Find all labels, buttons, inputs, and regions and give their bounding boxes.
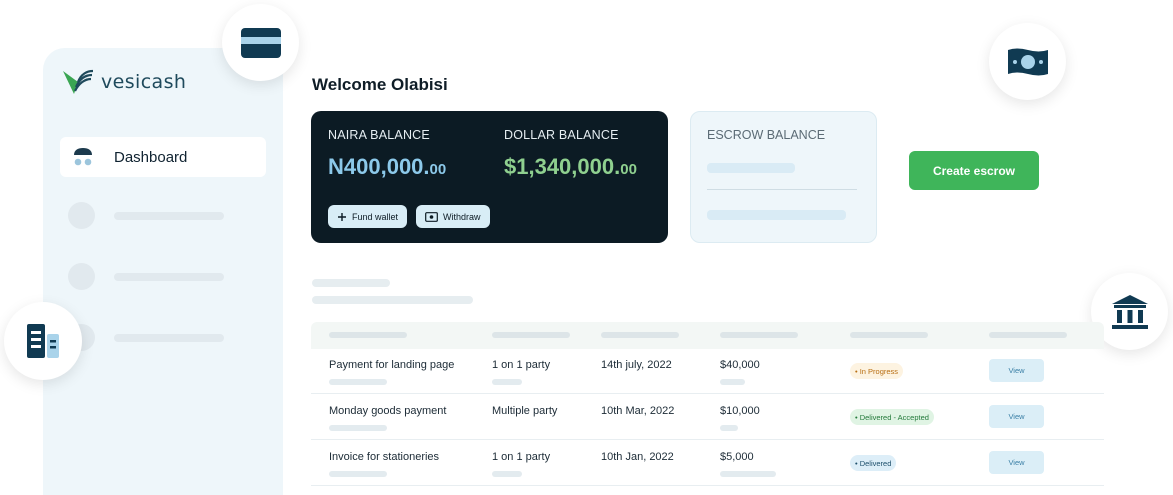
row-subtext-placeholder: [720, 471, 776, 477]
create-escrow-button[interactable]: Create escrow: [909, 151, 1039, 190]
card-badge: [222, 4, 299, 81]
view-button[interactable]: View: [989, 451, 1044, 474]
view-button[interactable]: View: [989, 405, 1044, 428]
table-row[interactable]: Payment for landing page 1 on 1 party 14…: [311, 348, 1104, 394]
placeholder-label: [114, 272, 224, 281]
document-badge: [4, 302, 82, 380]
row-subtext-placeholder: [329, 471, 387, 477]
table-row[interactable]: Invoice for stationeries 1 on 1 party 10…: [311, 440, 1104, 486]
column-header-placeholder: [720, 332, 798, 338]
sidebar-item-placeholder[interactable]: [68, 263, 224, 290]
document-icon: [27, 324, 59, 358]
row-description: Invoice for stationeries: [329, 451, 440, 463]
row-party: Multiple party: [492, 405, 558, 417]
escrow-detail-placeholder: [707, 210, 846, 220]
dollar-amount-main: $1,340,000.: [504, 154, 621, 179]
placeholder-label: [114, 211, 224, 220]
escrow-balance-card: ESCROW BALANCE: [690, 111, 877, 243]
row-party: 1 on 1 party: [492, 451, 551, 463]
row-date: 10th Mar, 2022: [601, 405, 675, 417]
escrow-balance-label: ESCROW BALANCE: [707, 128, 826, 142]
dashboard-icon: [74, 148, 92, 166]
row-subtext-placeholder: [492, 471, 522, 477]
column-header-placeholder: [492, 332, 570, 338]
naira-amount-decimal: 00: [429, 161, 447, 178]
vesicash-logo-icon: [63, 69, 94, 94]
table-row[interactable]: Monday goods payment Multiple party 10th…: [311, 394, 1104, 440]
sidebar-item-label: Dashboard: [114, 148, 188, 166]
withdraw-icon: [425, 211, 438, 222]
cash-icon: [1007, 48, 1048, 75]
row-subtext-placeholder: [720, 379, 745, 385]
column-header-placeholder: [989, 332, 1067, 338]
withdraw-label: Withdraw: [443, 211, 481, 222]
sidebar-item-placeholder[interactable]: [68, 324, 224, 351]
dollar-amount-decimal: 00: [620, 161, 637, 178]
row-subtext-placeholder: [492, 379, 522, 385]
fund-wallet-button[interactable]: Fund wallet: [328, 205, 408, 228]
page-title: Welcome Olabisi: [312, 75, 448, 94]
row-amount: $5,000: [720, 451, 754, 463]
view-button[interactable]: View: [989, 359, 1044, 382]
dollar-balance-label: DOLLAR BALANCE: [504, 128, 619, 142]
placeholder-icon: [68, 263, 95, 290]
row-amount: $40,000: [720, 359, 760, 371]
row-date: 10th Jan, 2022: [601, 451, 674, 463]
column-header-placeholder: [850, 332, 928, 338]
dollar-balance-amount: $1,340,000.00: [504, 154, 637, 180]
naira-amount-main: N400,000.: [328, 154, 430, 179]
sidebar-item-dashboard[interactable]: Dashboard: [60, 137, 266, 177]
placeholder-label: [114, 333, 224, 342]
fund-wallet-label: Fund wallet: [352, 211, 399, 222]
section-subtitle-placeholder: [312, 296, 473, 304]
column-header-placeholder: [601, 332, 679, 338]
row-description: Monday goods payment: [329, 405, 447, 417]
row-subtext-placeholder: [329, 379, 387, 385]
withdraw-button[interactable]: Withdraw: [416, 205, 490, 228]
escrow-amount-placeholder: [707, 163, 795, 173]
brand-name: vesicash: [101, 71, 187, 93]
brand-logo[interactable]: vesicash: [61, 68, 186, 96]
row-description: Payment for landing page: [329, 359, 455, 371]
column-header-placeholder: [329, 332, 407, 338]
section-title-placeholder: [312, 279, 390, 287]
table-header: [311, 322, 1104, 349]
cash-badge: [989, 23, 1066, 100]
balance-card: NAIRA BALANCE N400,000.00 DOLLAR BALANCE…: [311, 111, 668, 243]
sidebar-item-placeholder[interactable]: [68, 202, 224, 229]
plus-icon: [338, 212, 346, 221]
naira-balance-label: NAIRA BALANCE: [328, 128, 430, 142]
status-badge: • Delivered: [850, 455, 897, 471]
row-amount: $10,000: [720, 405, 760, 417]
bank-icon: [1111, 294, 1148, 329]
sidebar: vesicash Dashboard: [43, 48, 283, 495]
row-subtext-placeholder: [720, 425, 738, 431]
placeholder-icon: [68, 202, 95, 229]
status-badge: • Delivered - Accepted: [850, 409, 934, 425]
row-subtext-placeholder: [329, 425, 387, 431]
status-badge: • In Progress: [850, 363, 904, 379]
naira-balance-amount: N400,000.00: [328, 154, 446, 180]
row-date: 14th july, 2022: [601, 359, 672, 371]
row-party: 1 on 1 party: [492, 359, 551, 371]
card-icon: [240, 27, 281, 58]
escrow-divider: [707, 189, 857, 190]
